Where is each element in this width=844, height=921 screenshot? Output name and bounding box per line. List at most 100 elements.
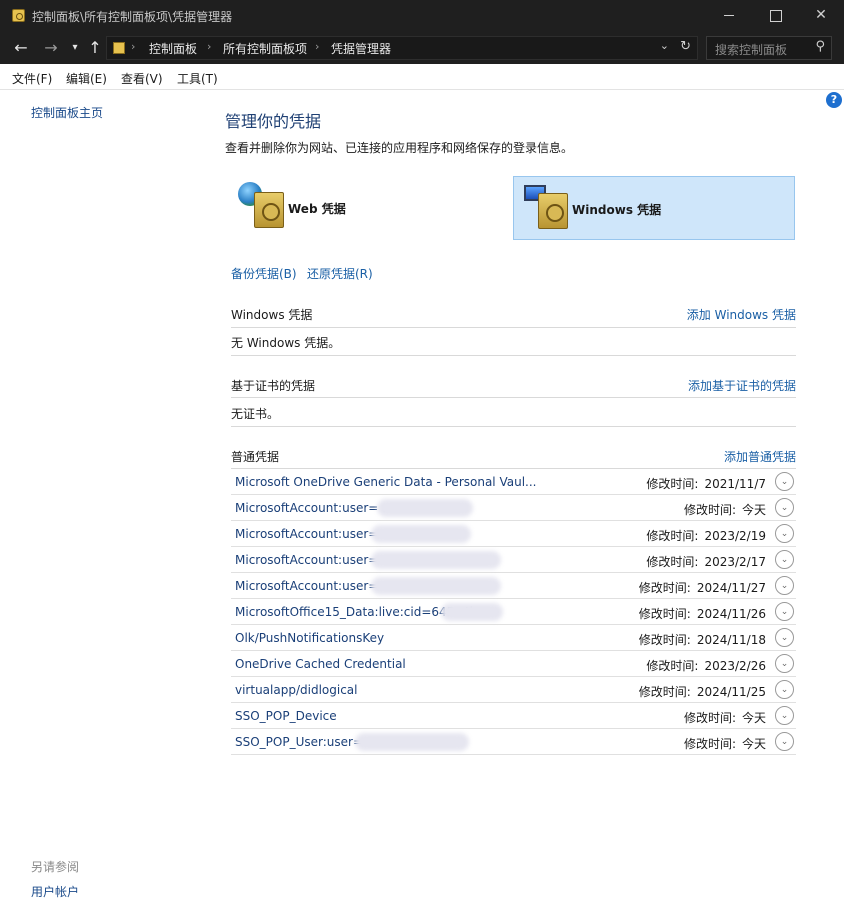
credential-row[interactable]: SSO_POP_User:user= n 修改时间: 今天 ⌄ <box>231 729 796 755</box>
credential-modified: 修改时间: 2023/2/19 <box>646 527 766 544</box>
search-box[interactable]: 搜索控制面板 ⚲ <box>706 36 832 60</box>
forward-button[interactable]: → <box>40 37 62 59</box>
credential-name: MicrosoftAccount:user= n <box>235 553 390 567</box>
modified-label: 修改时间: <box>646 529 699 543</box>
divider <box>231 355 796 356</box>
add-certificate-credential-link[interactable]: 添加基于证书的凭据 <box>688 377 796 394</box>
expand-icon[interactable]: ⌄ <box>775 524 794 543</box>
expand-icon[interactable]: ⌄ <box>775 706 794 725</box>
up-button[interactable]: ↑ <box>84 37 106 59</box>
generic-credentials-list: Microsoft OneDrive Generic Data - Person… <box>231 469 796 755</box>
credential-modified: 修改时间: 2023/2/17 <box>646 553 766 570</box>
credential-row[interactable]: MicrosoftAccount:user= .cn 修改时间: 今天 ⌄ <box>231 495 796 521</box>
credential-modified: 修改时间: 2024/11/25 <box>639 683 766 700</box>
modified-date: 今天 <box>741 737 766 751</box>
modified-label: 修改时间: <box>638 633 691 647</box>
search-placeholder: 搜索控制面板 <box>715 43 788 57</box>
expand-icon[interactable]: ⌄ <box>775 576 794 595</box>
credential-name: virtualapp/didlogical <box>235 683 358 697</box>
search-icon[interactable]: ⚲ <box>815 39 825 54</box>
credential-name: Olk/PushNotificationsKey <box>235 631 385 645</box>
expand-icon[interactable]: ⌄ <box>775 472 794 491</box>
add-windows-credential-link[interactable]: 添加 Windows 凭据 <box>687 306 796 323</box>
expand-icon[interactable]: ⌄ <box>775 680 794 699</box>
expand-icon[interactable]: ⌄ <box>775 628 794 647</box>
credential-name: MicrosoftAccount:user= .cn <box>235 501 401 515</box>
breadcrumb-separator: › <box>131 40 136 53</box>
windows-credentials-label: Windows 凭据 <box>572 203 662 217</box>
credential-row[interactable]: OneDrive Cached Credential 修改时间: 2023/2/2… <box>231 651 796 677</box>
credential-row[interactable]: Microsoft OneDrive Generic Data - Person… <box>231 469 796 495</box>
credential-modified: 修改时间: 2024/11/27 <box>639 579 766 596</box>
credential-name: SSO_POP_Device <box>235 709 337 723</box>
address-toolbar: ← → ▾ ↑ › 控制面板 › 所有控制面板项 › 凭据管理器 ⌄ ↻ 搜索控… <box>0 32 844 64</box>
maximize-button[interactable] <box>752 0 798 32</box>
minimize-button[interactable] <box>706 0 752 32</box>
redacted-text <box>377 499 473 517</box>
redacted-text <box>371 525 471 543</box>
recent-locations-button[interactable]: ▾ <box>64 37 86 59</box>
credential-name: Microsoft OneDrive Generic Data - Person… <box>235 475 537 489</box>
credential-row[interactable]: SSO_POP_Device 修改时间: 今天 ⌄ <box>231 703 796 729</box>
credential-row[interactable]: virtualapp/didlogical 修改时间: 2024/11/25 ⌄ <box>231 677 796 703</box>
expand-icon[interactable]: ⌄ <box>775 550 794 569</box>
refresh-icon[interactable]: ↻ <box>680 39 691 54</box>
restore-credentials-link[interactable]: 还原凭据(R) <box>307 265 373 282</box>
close-button[interactable]: ✕ <box>798 0 844 32</box>
title-bar: 控制面板\所有控制面板项\凭据管理器 ✕ <box>0 0 844 32</box>
back-button[interactable]: ← <box>10 37 32 59</box>
credential-row[interactable]: MicrosoftOffice15_Data:live:cid=645. 4b.… <box>231 599 796 625</box>
modified-label: 修改时间: <box>646 477 699 491</box>
menu-file[interactable]: 文件(F) <box>12 70 52 87</box>
modified-label: 修改时间: <box>683 503 736 517</box>
menu-tools[interactable]: 工具(T) <box>177 70 218 87</box>
credential-name: SSO_POP_User:user= n <box>235 735 375 749</box>
divider <box>231 426 796 427</box>
expand-icon[interactable]: ⌄ <box>775 732 794 751</box>
redacted-text <box>441 603 503 621</box>
breadcrumb-control-panel[interactable]: 控制面板 <box>149 40 197 57</box>
web-credentials-tile[interactable]: Web 凭据 <box>230 176 512 240</box>
credential-row[interactable]: MicrosoftAccount:user= 修改时间: 2023/2/19 ⌄ <box>231 521 796 547</box>
vault-icon <box>538 193 568 229</box>
control-panel-home-link[interactable]: 控制面板主页 <box>31 104 103 121</box>
help-icon[interactable]: ? <box>826 92 842 108</box>
page-description: 查看并删除你为网站、已连接的应用程序和网络保存的登录信息。 <box>225 141 574 155</box>
user-accounts-link[interactable]: 用户帐户 <box>31 883 79 900</box>
modified-date: 2024/11/27 <box>696 581 766 595</box>
breadcrumb-all-items[interactable]: 所有控制面板项 <box>223 40 307 57</box>
menu-edit[interactable]: 编辑(E) <box>66 70 107 87</box>
credential-row[interactable]: Olk/PushNotificationsKey 修改时间: 2024/11/18… <box>231 625 796 651</box>
credential-modified: 修改时间: 2024/11/18 <box>639 631 766 648</box>
breadcrumb-separator: › <box>207 40 212 53</box>
modified-label: 修改时间: <box>646 555 699 569</box>
credential-modified: 修改时间: 今天 <box>684 709 766 726</box>
web-credentials-label: Web 凭据 <box>288 202 346 216</box>
add-generic-credential-link[interactable]: 添加普通凭据 <box>724 448 796 465</box>
expand-icon[interactable]: ⌄ <box>775 602 794 621</box>
backup-credentials-link[interactable]: 备份凭据(B) <box>231 265 297 282</box>
credential-row[interactable]: MicrosoftAccount:user= n 修改时间: 2023/2/17 … <box>231 547 796 573</box>
address-bar[interactable]: › 控制面板 › 所有控制面板项 › 凭据管理器 ⌄ ↻ <box>106 36 698 60</box>
modified-date: 今天 <box>741 711 766 725</box>
modified-date: 2023/2/26 <box>704 659 766 673</box>
windows-credentials-heading: Windows 凭据 <box>231 308 313 322</box>
credential-modified: 修改时间: 今天 <box>684 735 766 752</box>
windows-credentials-tile[interactable]: Windows 凭据 <box>513 176 795 240</box>
modified-date: 2021/11/7 <box>704 477 766 491</box>
credential-manager-icon <box>12 9 25 22</box>
modified-label: 修改时间: <box>683 737 736 751</box>
credential-name: MicrosoftAccount:user= n <box>235 579 390 593</box>
page-title: 管理你的凭据 <box>225 112 322 131</box>
expand-icon[interactable]: ⌄ <box>775 498 794 517</box>
redacted-text <box>371 577 501 595</box>
credential-row[interactable]: MicrosoftAccount:user= n 修改时间: 2024/11/27… <box>231 573 796 599</box>
expand-icon[interactable]: ⌄ <box>775 654 794 673</box>
modified-label: 修改时间: <box>638 607 691 621</box>
menu-view[interactable]: 查看(V) <box>121 70 163 87</box>
window-title: 控制面板\所有控制面板项\凭据管理器 <box>32 10 233 24</box>
left-pane: 控制面板主页 另请参阅 用户帐户 <box>0 90 218 921</box>
see-also-heading: 另请参阅 <box>31 860 80 874</box>
breadcrumb-credential-manager[interactable]: 凭据管理器 <box>331 40 391 57</box>
address-dropdown-icon[interactable]: ⌄ <box>660 39 669 52</box>
